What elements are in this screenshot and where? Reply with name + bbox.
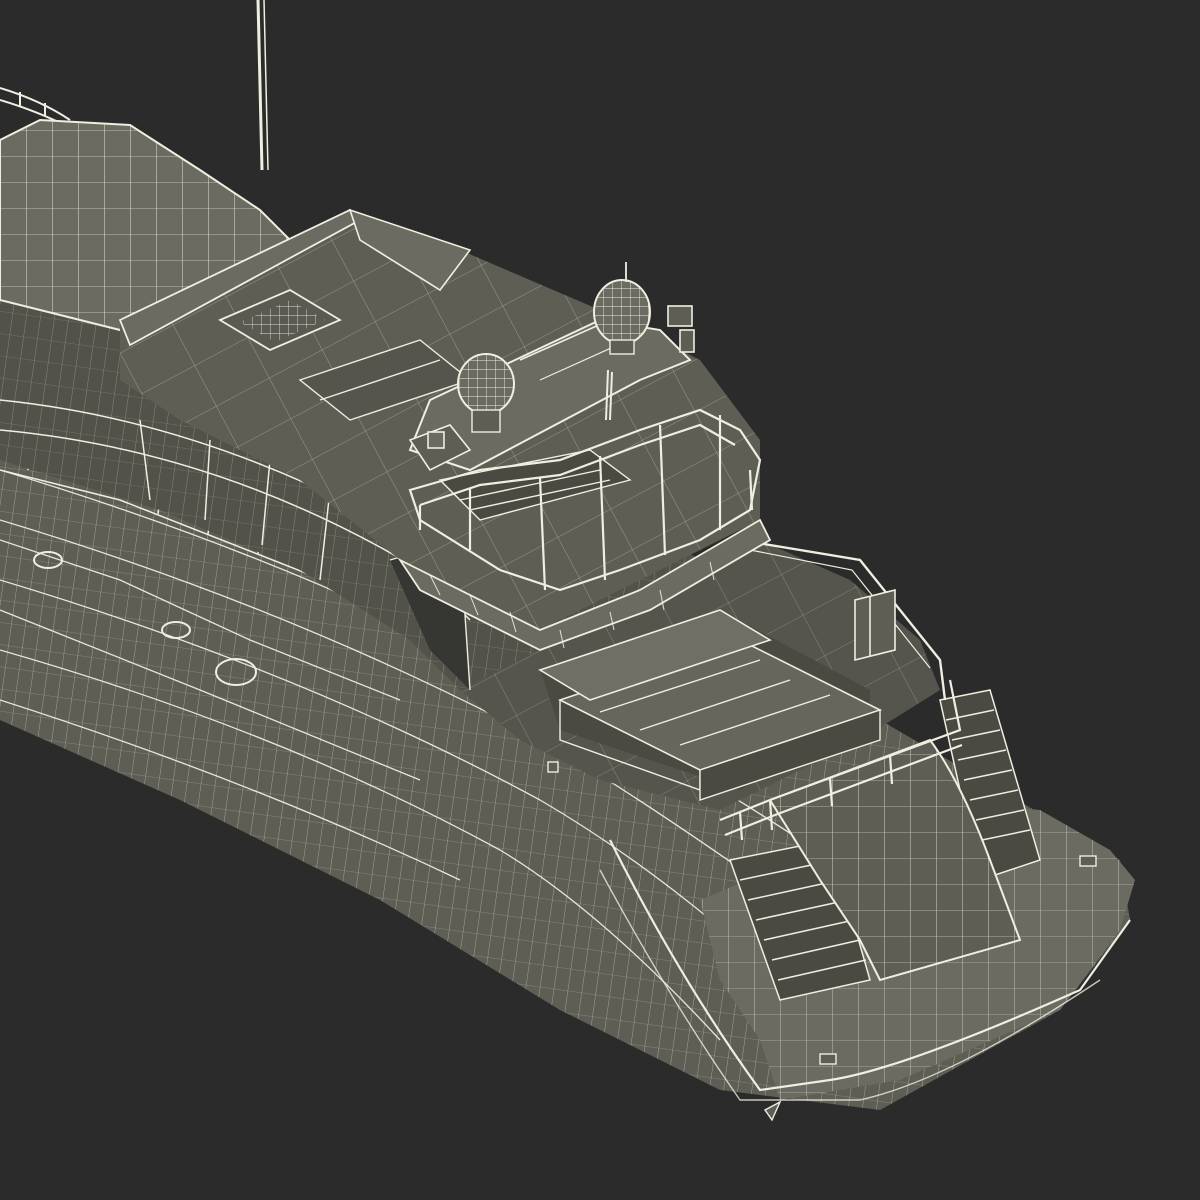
- viewport: [0, 0, 1200, 1200]
- stern-post: [854, 588, 896, 662]
- yacht-wireframe-render: [0, 0, 1200, 1200]
